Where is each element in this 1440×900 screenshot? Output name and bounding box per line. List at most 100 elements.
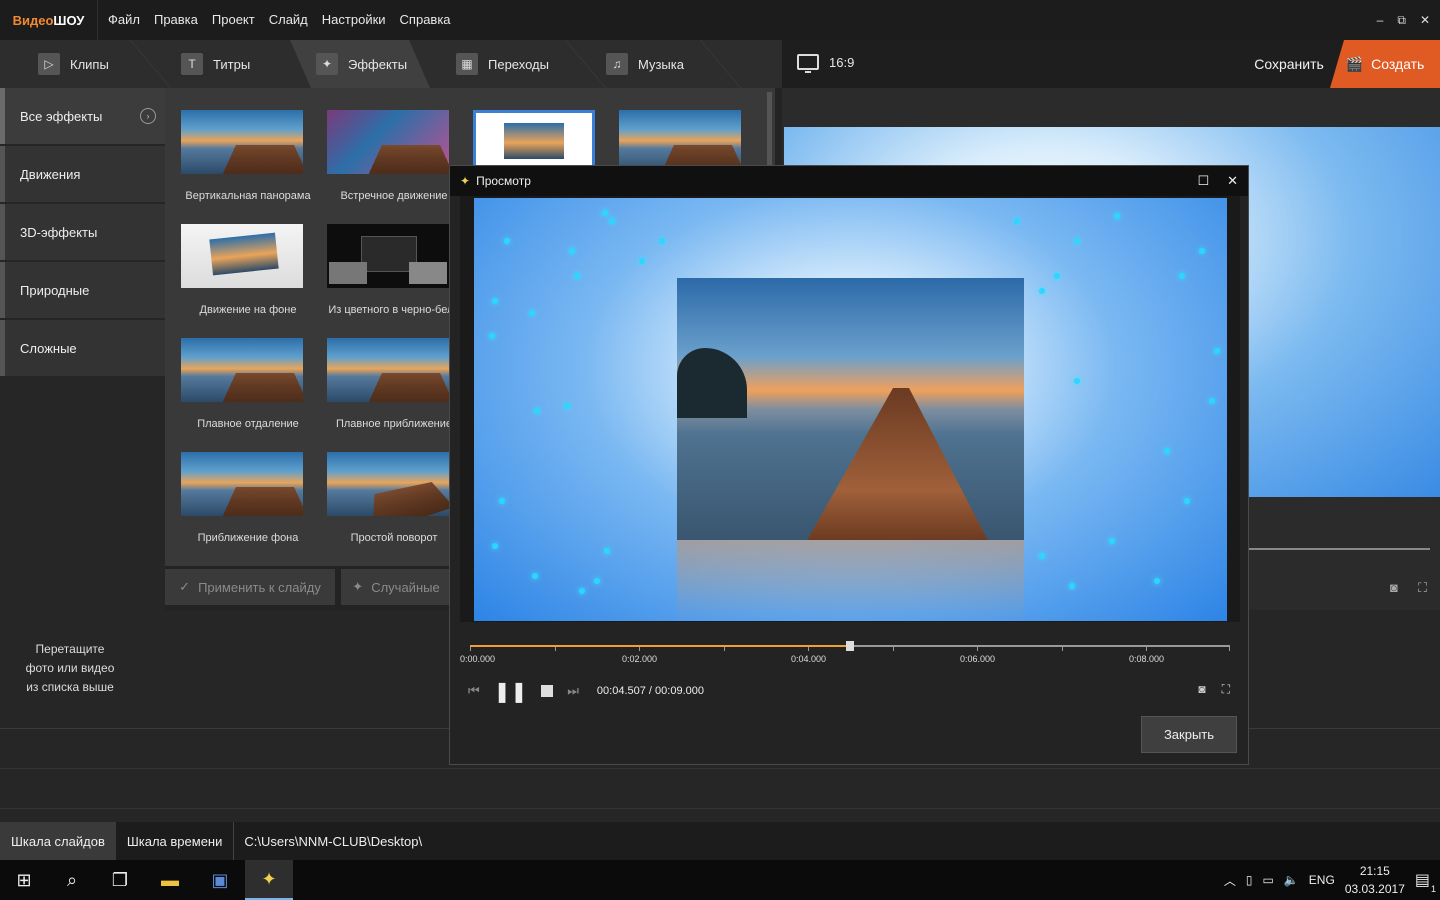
magic-wand-icon: ✦ [316,53,338,75]
fullscreen-icon[interactable]: ⛶ [1222,682,1230,697]
aspect-ratio-label: 16:9 [829,54,855,70]
menu-project[interactable]: Проект [206,0,261,40]
save-button[interactable]: Сохранить [1244,40,1334,88]
time-separator: / [648,685,652,697]
category-label: Движения [20,166,81,182]
apply-to-slide-button[interactable]: ✓ Применить к слайду [165,569,335,605]
tab-clips-label: Клипы [70,56,109,72]
tick-label: 0:06.000 [960,654,996,664]
monitor-icon [797,54,819,73]
playback-controls: ⏮ ❚❚ ⏭ 00:04.507 / 00:09.000 [468,679,704,703]
category-3d[interactable]: 3D-эффекты [0,204,165,260]
tab-clips[interactable]: ▷ Клипы [38,40,109,88]
clock[interactable]: 21:15 03.03.2017 [1345,862,1405,898]
tab-titles[interactable]: T Титры [181,40,250,88]
playback-progress[interactable] [470,641,1230,651]
tab-effects[interactable]: ✦ Эффекты [290,40,430,88]
close-button[interactable]: Закрыть [1141,716,1237,753]
menu-edit[interactable]: Правка [148,0,204,40]
task-view-icon[interactable]: ❐ [96,860,144,900]
preview-progress[interactable] [1248,548,1430,550]
progress-knob[interactable] [846,641,854,651]
tick-label: 0:04.000 [791,654,827,664]
camera-icon[interactable]: ◙ [1390,580,1398,595]
menu-settings[interactable]: Настройки [316,0,392,40]
clock-time: 21:15 [1359,864,1390,878]
effect-label: Из цветного в черно-бело [328,304,460,316]
tabs-row: ▷ Клипы T Титры ✦ Эффекты ▦ Переходы ♫ М… [0,40,782,88]
effect-thumbnail [181,110,303,174]
drag-hint-line: Перетащите [35,642,105,656]
effect-label: Приближение фона [197,532,299,544]
divider [0,768,1440,769]
stop-icon[interactable] [541,685,554,697]
close-icon[interactable]: ✕ [1227,173,1238,189]
category-label: 3D-эффекты [20,224,98,240]
restore-button[interactable]: ⧉ [1397,13,1406,28]
videoshow-taskbar-icon[interactable]: ✦ [245,860,293,900]
volume-icon[interactable]: 🔈 [1284,873,1299,887]
text-icon: T [181,53,203,75]
tab-slide-scale[interactable]: Шкала слайдов [0,822,116,860]
effect-thumbnail [181,452,303,516]
category-nature[interactable]: Природные [0,262,165,318]
preview-dialog: ✦ Просмотр ☐ ✕ 0:00.000 0:02.000 0:04.00… [449,165,1249,765]
windows-start-icon[interactable]: ⊞ [0,860,48,900]
video-canvas [474,198,1227,621]
effect-thumbnail [327,452,449,516]
effect-label: Встречное движение [340,190,448,202]
fullscreen-icon[interactable]: ⛶ [1418,580,1427,596]
category-complex[interactable]: Сложные [0,320,165,376]
floppy-disk-icon[interactable]: ▣ [196,860,244,900]
tab-time-scale[interactable]: Шкала времени [116,822,234,860]
dialog-tools: ◙ ⛶ [1198,682,1230,697]
magic-wand-icon: ✦ [352,579,364,594]
play-icon: ▷ [38,53,60,75]
time-display: 00:04.507 / 00:09.000 [597,685,704,697]
category-all[interactable]: Все эффекты › [0,88,165,144]
menu-slide[interactable]: Слайд [263,0,314,40]
minimize-button[interactable]: – [1377,13,1384,27]
file-explorer-icon[interactable]: ▬ [146,860,194,900]
skip-back-icon[interactable]: ⏮ [468,683,480,699]
usb-icon[interactable]: ▯ [1246,873,1253,887]
current-path: C:\Users\NNM-CLUB\Desktop\ [233,822,422,860]
chevron-up-icon[interactable]: ︿ [1224,872,1236,889]
network-icon[interactable]: ▭ [1263,873,1274,887]
tab-transitions-label: Переходы [488,56,549,72]
category-motion[interactable]: Движения [0,146,165,202]
apply-label: Применить к слайду [198,579,321,595]
effect-label: Плавное отдаление [197,418,299,430]
menu-file[interactable]: Файл [102,0,146,40]
tab-effects-label: Эффекты [348,56,408,72]
category-label: Сложные [20,340,77,356]
pause-icon[interactable]: ❚❚ [494,679,528,704]
camera-icon[interactable]: ◙ [1198,682,1205,697]
system-tray: ︿ ▯ ▭ 🔈 ENG 21:15 03.03.2017 ▤ 1 [1224,860,1440,900]
notification-icon[interactable]: ▤ 1 [1415,870,1436,894]
photo-reflection [677,540,1024,621]
tick-label: 0:08.000 [1129,654,1165,664]
video-frame [460,196,1240,622]
effect-label: Движение на фоне [199,304,297,316]
maximize-icon[interactable]: ☐ [1197,173,1209,189]
category-label: Природные [20,282,90,298]
language-indicator[interactable]: ENG [1309,873,1335,887]
window-controls: – ⧉ ✕ [1377,0,1430,40]
skip-forward-icon[interactable]: ⏭ [567,683,579,699]
random-effects-button[interactable]: ✦ Случайные [341,569,451,605]
effect-thumbnail [327,338,449,402]
tab-transitions[interactable]: ▦ Переходы [456,40,549,88]
create-button[interactable]: 🎬 Создать [1330,40,1440,88]
time-total: 00:09.000 [655,685,704,697]
tab-music[interactable]: ♫ Музыка [606,40,684,88]
search-icon[interactable]: ⌕ [48,860,96,900]
aspect-ratio-selector[interactable]: 16:9 [797,54,855,73]
create-label: Создать [1371,56,1425,72]
menu-help[interactable]: Справка [394,0,457,40]
close-window-button[interactable]: ✕ [1420,13,1430,27]
tab-music-label: Музыка [638,56,684,72]
film-icon: 🎬 [1345,55,1364,72]
tick-label: 0:02.000 [622,654,658,664]
logo-part1: Видео [12,12,54,28]
